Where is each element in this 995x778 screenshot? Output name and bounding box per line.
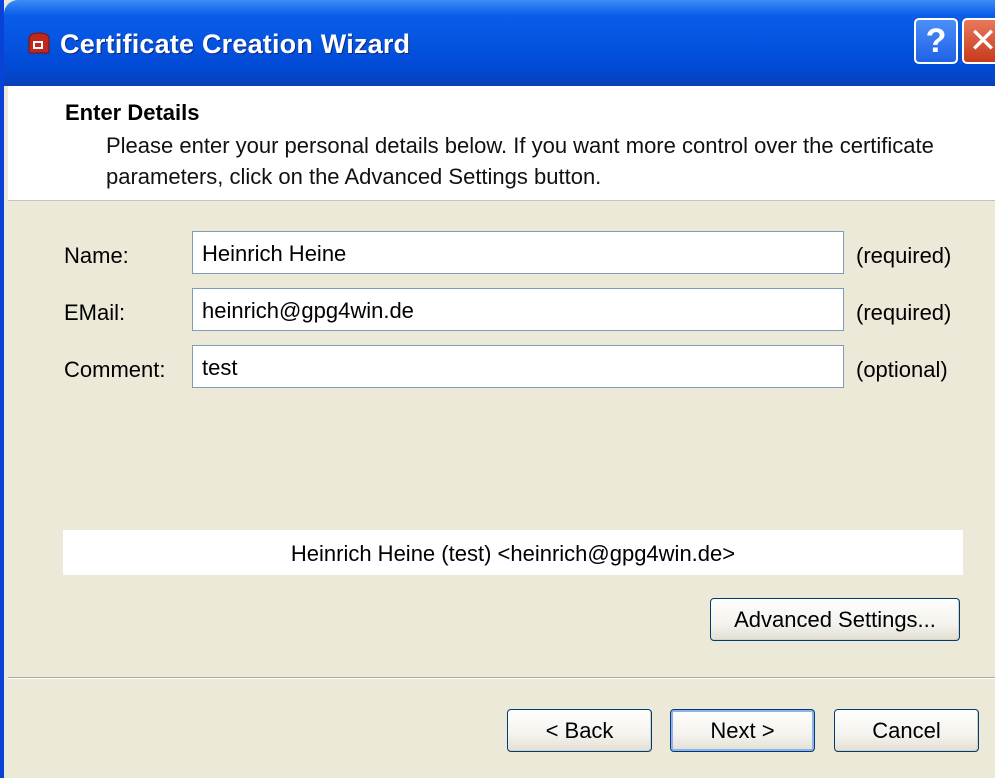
wizard-window: Certificate Creation Wizard ? ✕ Enter De… [0,0,995,778]
email-label: EMail: [64,300,126,325]
close-button[interactable]: ✕ [962,18,995,64]
footer-separator [8,677,995,679]
comment-field[interactable]: test [192,345,844,388]
page-title: Enter Details [65,100,200,125]
advanced-settings-button[interactable]: Advanced Settings... [710,598,960,641]
next-button[interactable]: Next > [670,709,815,752]
title-bar[interactable]: Certificate Creation Wizard ? ✕ [4,0,995,86]
page-description: Please enter your personal details below… [106,133,934,189]
name-field[interactable]: Heinrich Heine [192,231,844,274]
name-label: Name: [64,243,129,268]
app-icon [28,32,50,54]
window-title: Certificate Creation Wizard [60,29,411,59]
email-field[interactable]: heinrich@gpg4win.de [192,288,844,331]
comment-label: Comment: [64,357,166,382]
name-required-hint: (required) [856,243,952,268]
help-button[interactable]: ? [914,18,958,64]
comment-optional-hint: (optional) [856,357,948,382]
back-button[interactable]: < Back [507,709,652,752]
cancel-button[interactable]: Cancel [834,709,979,752]
email-required-hint: (required) [856,300,952,325]
user-id-preview: Heinrich Heine (test) <heinrich@gpg4win.… [63,530,963,575]
wizard-header: Enter Details Please enter your personal… [8,86,995,201]
